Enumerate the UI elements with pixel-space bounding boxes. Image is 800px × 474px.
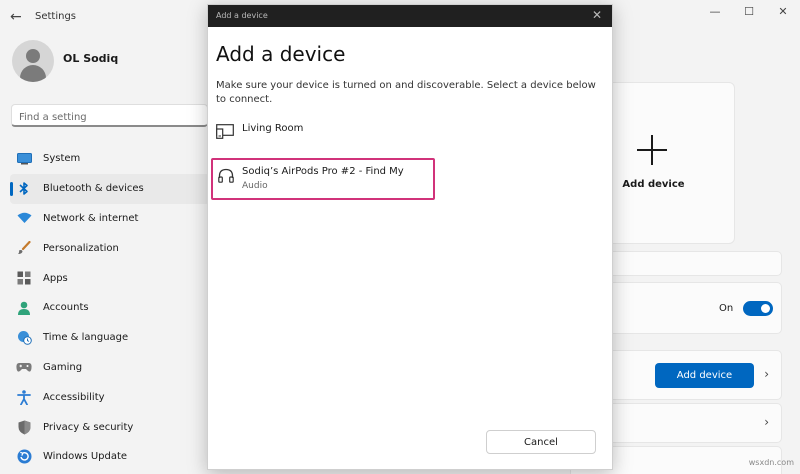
dialog-heading: Add a device: [216, 42, 346, 66]
sidebar-item-label: System: [43, 153, 81, 165]
sidebar-item-bluetooth-devices[interactable]: Bluetooth & devices: [10, 173, 210, 204]
sidebar-item-accessibility[interactable]: Accessibility: [10, 382, 210, 412]
person-icon: [16, 300, 32, 316]
sidebar-item-label: Gaming: [43, 361, 83, 373]
dialog-titlebar: Add a device ✕: [208, 5, 612, 27]
globe-clock-icon: [16, 330, 32, 346]
plus-icon: [637, 135, 667, 165]
sidebar-item-apps[interactable]: Apps: [10, 263, 210, 293]
headphones-icon: [218, 168, 236, 184]
minimize-icon[interactable]: —: [698, 0, 732, 26]
dialog-titlebar-title: Add a device: [216, 11, 268, 20]
bluetooth-toggle[interactable]: [743, 301, 773, 316]
search-input[interactable]: [12, 107, 207, 128]
device-type: Audio: [242, 181, 268, 191]
sidebar-item-time-language[interactable]: Time & language: [10, 323, 210, 353]
device-name: Living Room: [242, 123, 304, 134]
update-icon: [16, 449, 32, 465]
sidebar-item-label: Accounts: [43, 302, 89, 314]
add-device-dialog: Add a device ✕ Add a device Make sure yo…: [207, 4, 613, 470]
apps-icon: [16, 270, 32, 286]
profile-name: OL Sodiq: [63, 52, 119, 65]
avatar: [12, 40, 54, 82]
chevron-right-icon[interactable]: ›: [764, 367, 769, 381]
sidebar-item-label: Bluetooth & devices: [43, 183, 144, 195]
back-arrow-icon[interactable]: ←: [10, 9, 22, 25]
sidebar-item-network[interactable]: Network & internet: [10, 204, 210, 234]
window-controls: — ☐ ✕: [698, 0, 800, 26]
device-name: Sodiq’s AirPods Pro #2 - Find My: [242, 166, 404, 177]
search-box[interactable]: [11, 104, 208, 128]
close-icon[interactable]: ✕: [592, 8, 602, 22]
sidebar-item-privacy-security[interactable]: Privacy & security: [10, 412, 210, 442]
dialog-description: Make sure your device is turned on and d…: [216, 80, 596, 105]
sidebar-item-label: Apps: [43, 272, 68, 284]
sidebar-item-system[interactable]: System: [10, 144, 210, 174]
sidebar-item-label: Time & language: [43, 332, 129, 344]
sidebar-nav: System Bluetooth & devices Network & int…: [10, 144, 210, 472]
sidebar-item-label: Personalization: [43, 242, 119, 254]
shield-icon: [16, 419, 32, 435]
maximize-icon[interactable]: ☐: [732, 0, 766, 26]
close-icon[interactable]: ✕: [766, 0, 800, 26]
display-icon: [216, 124, 234, 140]
sidebar-item-label: Network & internet: [43, 212, 139, 224]
cancel-button[interactable]: Cancel: [486, 430, 596, 454]
watermark: wsxdn.com: [748, 458, 794, 467]
add-device-button[interactable]: Add device: [655, 363, 754, 388]
sidebar-item-label: Privacy & security: [43, 421, 134, 433]
sidebar-item-windows-update[interactable]: Windows Update: [10, 442, 210, 472]
sidebar-item-personalization[interactable]: Personalization: [10, 233, 210, 263]
sidebar-item-gaming[interactable]: Gaming: [10, 353, 210, 383]
device-item-airpods[interactable]: Sodiq’s AirPods Pro #2 - Find My Audio: [211, 158, 435, 200]
sidebar-item-accounts[interactable]: Accounts: [10, 293, 210, 323]
bluetooth-state-label: On: [719, 303, 734, 314]
sidebar-item-label: Accessibility: [43, 391, 105, 403]
bluetooth-icon: [16, 181, 32, 197]
chevron-right-icon: ›: [764, 415, 769, 429]
monitor-icon: [16, 151, 32, 167]
device-item-living-room[interactable]: Living Room: [216, 121, 591, 149]
app-title: Settings: [35, 11, 77, 22]
brush-icon: [16, 240, 32, 256]
wifi-icon: [16, 210, 32, 226]
sidebar-item-label: Windows Update: [43, 451, 128, 463]
accessibility-icon: [16, 389, 32, 405]
gamepad-icon: [16, 359, 32, 375]
